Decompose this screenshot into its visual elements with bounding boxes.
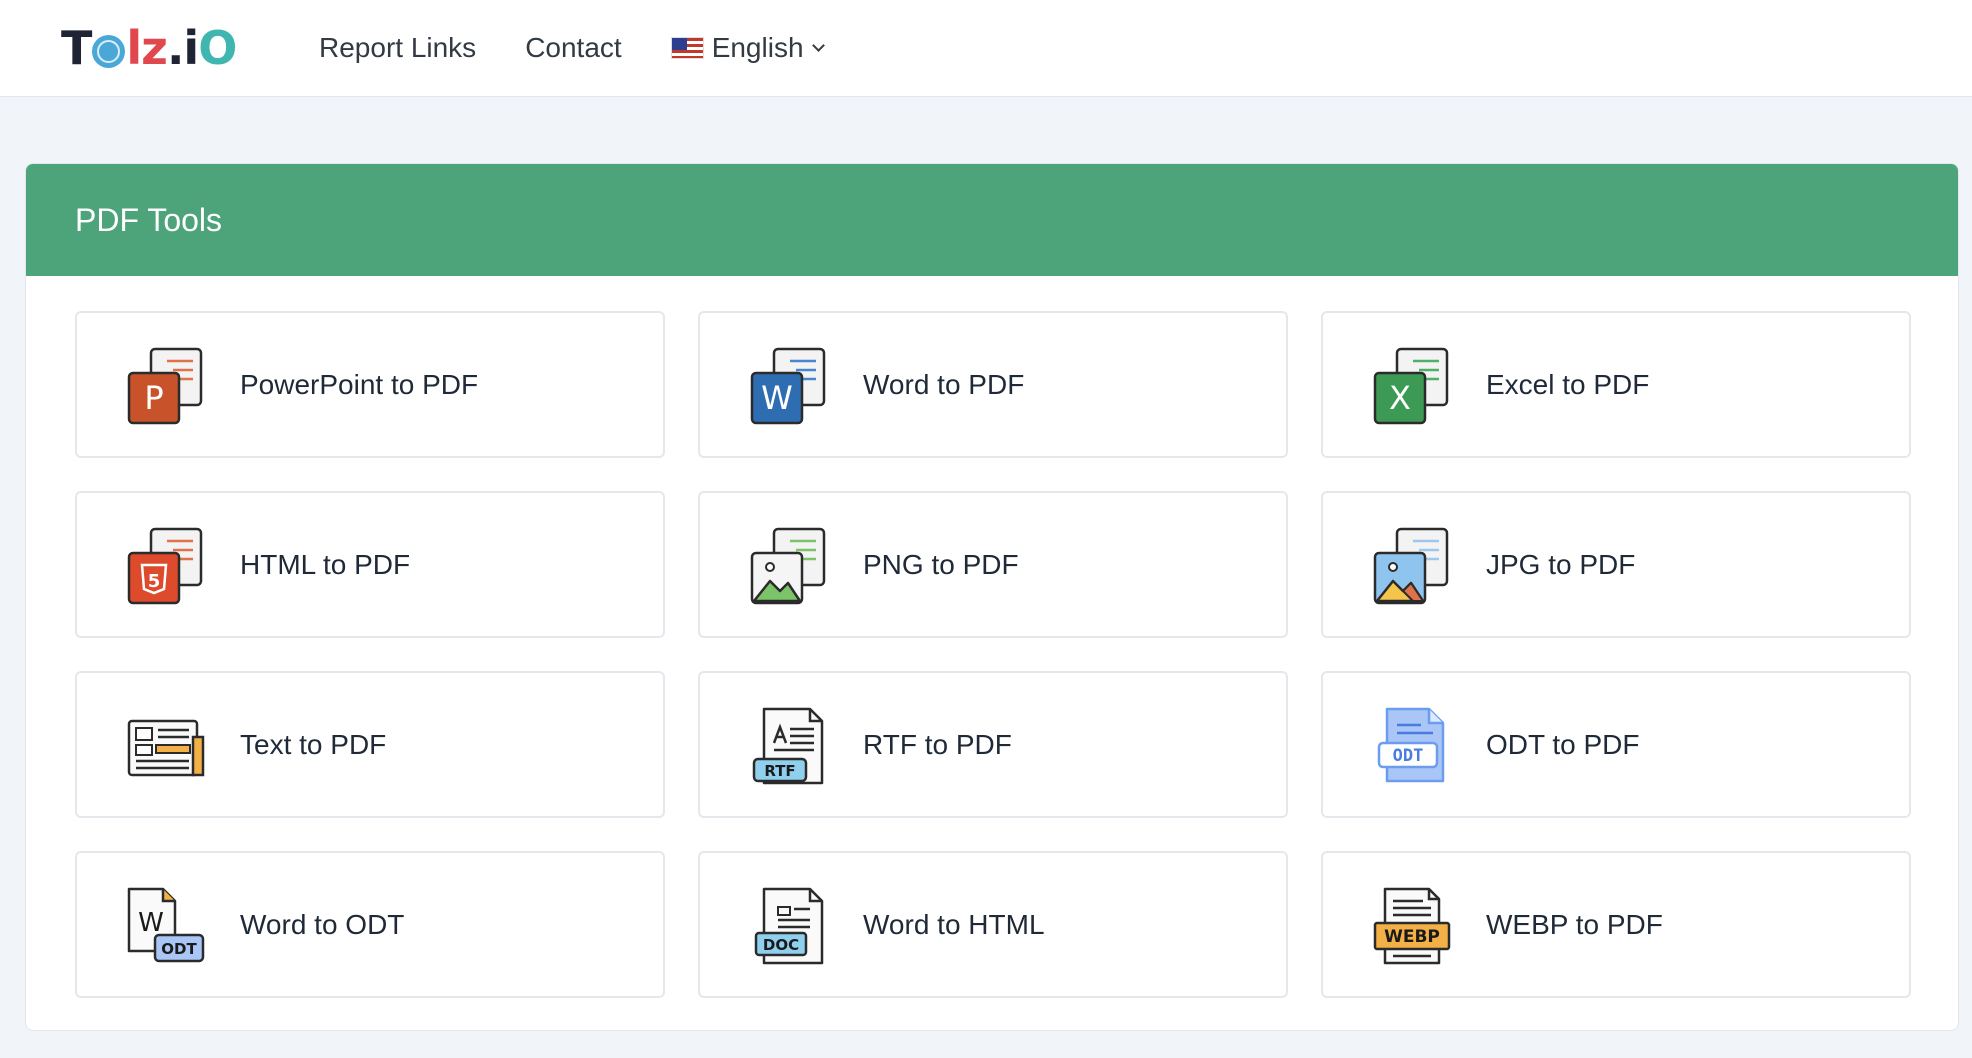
word-html-icon: DOC: [754, 887, 824, 964]
language-dropdown[interactable]: English: [670, 32, 825, 64]
word-odt-icon-label: ODT: [161, 940, 197, 958]
rtf-icon: RTF: [752, 707, 824, 784]
nav-links: Report Links Contact English: [319, 32, 825, 64]
tool-label: PNG to PDF: [863, 548, 1019, 580]
globe-icon: [92, 34, 126, 68]
webp-icon-label: WEBP: [1384, 927, 1440, 947]
card-header: PDF Tools: [26, 164, 1958, 276]
png-icon: [750, 527, 826, 604]
tool-webp-to-pdf[interactable]: WEBP WEBP to PDF: [1321, 851, 1911, 998]
html5-icon-digit: 5: [148, 571, 161, 592]
tool-odt-to-pdf[interactable]: ODT ODT to PDF: [1321, 671, 1911, 818]
rtf-icon-label: RTF: [764, 762, 795, 780]
nav-report-links[interactable]: Report Links: [319, 32, 476, 64]
tool-text-to-pdf[interactable]: Text to PDF: [75, 671, 665, 818]
word-icon: W: [750, 347, 826, 424]
excel-icon-letter: X: [1389, 379, 1411, 417]
tool-label: Excel to PDF: [1486, 368, 1650, 400]
html-icon: 5: [127, 527, 203, 604]
chevron-down-icon: [811, 39, 825, 52]
tool-word-to-odt[interactable]: W ODT Word to ODT: [75, 851, 665, 998]
tool-label: RTF to PDF: [863, 728, 1012, 760]
tool-label: Text to PDF: [240, 728, 387, 760]
webp-icon: WEBP: [1373, 887, 1451, 964]
tool-label: Word to HTML: [863, 908, 1045, 940]
tolz-logo[interactable]: Tlz .i O: [61, 25, 319, 71]
nav-contact[interactable]: Contact: [525, 32, 622, 64]
word-icon-letter: W: [761, 379, 793, 417]
tool-label: ODT to PDF: [1486, 728, 1640, 760]
tool-powerpoint-to-pdf[interactable]: P PowerPoint to PDF: [75, 311, 665, 458]
tool-rtf-to-pdf[interactable]: RTF RTF to PDF: [698, 671, 1288, 818]
odt-icon-label: ODT: [1393, 746, 1424, 766]
tool-label: JPG to PDF: [1486, 548, 1636, 580]
excel-icon: X: [1373, 347, 1449, 424]
top-navbar: Tlz .i O Report Links Contact English: [0, 0, 1972, 97]
jpg-icon: [1373, 527, 1449, 604]
powerpoint-icon: P: [127, 347, 203, 424]
tools-grid: P PowerPoint to PDF W Word to PDF X Exce…: [75, 311, 1911, 998]
word-odt-icon-letter: W: [138, 908, 164, 938]
powerpoint-icon-letter: P: [144, 379, 163, 417]
tool-jpg-to-pdf[interactable]: JPG to PDF: [1321, 491, 1911, 638]
tool-excel-to-pdf[interactable]: X Excel to PDF: [1321, 311, 1911, 458]
tool-label: Word to ODT: [240, 908, 405, 940]
tool-label: HTML to PDF: [240, 548, 411, 580]
pdf-tools-card: PDF Tools P PowerPoint to PDF W Word to …: [25, 163, 1959, 1031]
tool-label: Word to PDF: [863, 368, 1025, 400]
logo-letter-t: T: [61, 21, 92, 75]
doc-icon-label: DOC: [763, 936, 799, 954]
language-label: English: [711, 32, 804, 63]
word-odt-icon: W ODT: [127, 887, 205, 962]
tool-label: WEBP to PDF: [1486, 908, 1663, 940]
us-flag-icon: [670, 37, 704, 59]
section-title: PDF Tools: [75, 201, 223, 238]
logo-letters-dot-i: .i: [166, 21, 199, 75]
odt-icon: ODT: [1377, 707, 1445, 782]
tool-word-to-html[interactable]: DOC Word to HTML: [698, 851, 1288, 998]
logo-letters-lz: lz: [126, 21, 168, 75]
tool-html-to-pdf[interactable]: 5 HTML to PDF: [75, 491, 665, 638]
tool-label: PowerPoint to PDF: [240, 368, 479, 400]
logo-letter-o: O: [198, 21, 237, 75]
text-icon: [127, 719, 205, 776]
tool-word-to-pdf[interactable]: W Word to PDF: [698, 311, 1288, 458]
tool-png-to-pdf[interactable]: PNG to PDF: [698, 491, 1288, 638]
